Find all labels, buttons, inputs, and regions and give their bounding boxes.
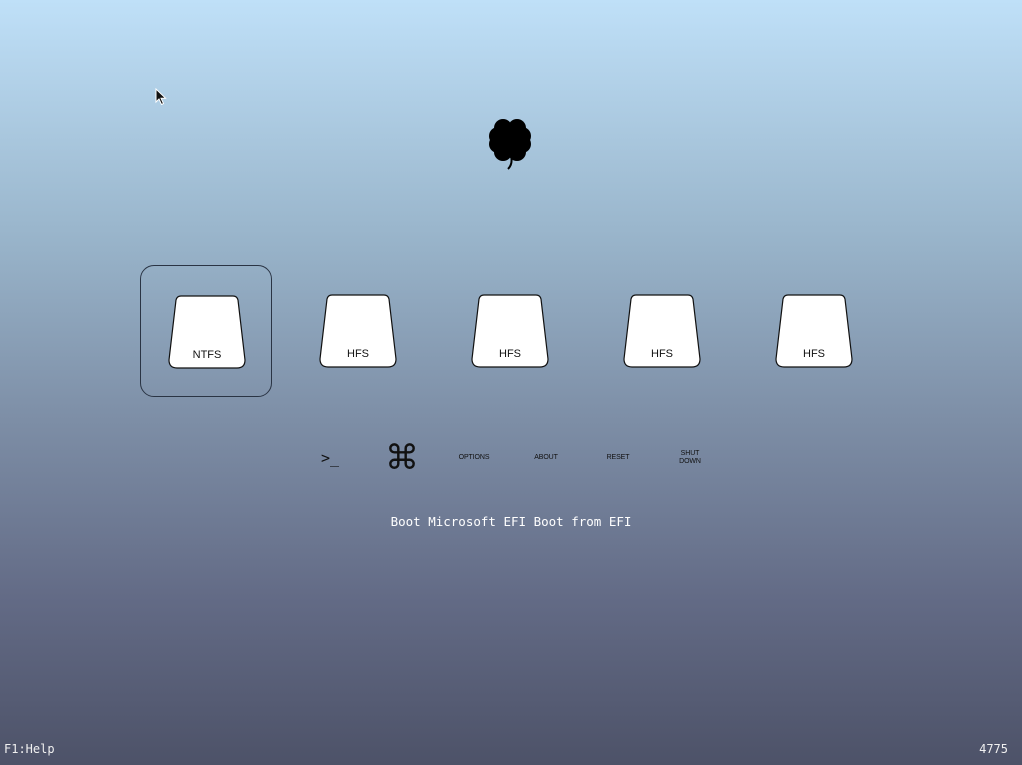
shutdown-button[interactable]: SHUT DOWN (662, 438, 718, 478)
volume-label: HFS (651, 348, 673, 360)
volume-hfs-3[interactable]: HFS (596, 265, 728, 397)
volume-label: HFS (499, 348, 521, 360)
volume-hfs-1[interactable]: HFS (292, 265, 424, 397)
volume-label: HFS (803, 348, 825, 360)
volume-label: HFS (347, 348, 369, 360)
reset-button[interactable]: RESET (590, 438, 646, 478)
volume-list: NTFS HFS HFS HFS HFS (0, 0, 1022, 765)
options-label: OPTIONS (458, 454, 490, 461)
shell-icon: >_ (320, 449, 340, 467)
about-label: ABOUT (534, 454, 558, 461)
volume-hfs-2[interactable]: HFS (444, 265, 576, 397)
boot-screen: { "boot_menu": { "logo_icon": "clover-ic… (0, 0, 1022, 765)
volume-label: NTFS (192, 349, 222, 361)
about-button[interactable]: ABOUT (518, 438, 574, 478)
mouse-cursor-icon (155, 88, 167, 106)
shutdown-label: SHUT DOWN (679, 450, 701, 465)
clover-icon (489, 119, 531, 170)
shell-button[interactable]: >_ (302, 438, 358, 478)
command-button[interactable]: ⌘ (374, 438, 430, 478)
volume-ntfs[interactable]: NTFS (140, 265, 272, 397)
help-hint: F1:Help (4, 742, 55, 756)
command-icon: ⌘ (385, 438, 419, 478)
reset-label: RESET (606, 454, 630, 461)
volume-hfs-4[interactable]: HFS (748, 265, 880, 397)
options-button[interactable]: OPTIONS (446, 438, 502, 478)
selected-entry-description: Boot Microsoft EFI Boot from EFI (390, 514, 632, 529)
timeout-counter: 4775 (979, 742, 1008, 756)
